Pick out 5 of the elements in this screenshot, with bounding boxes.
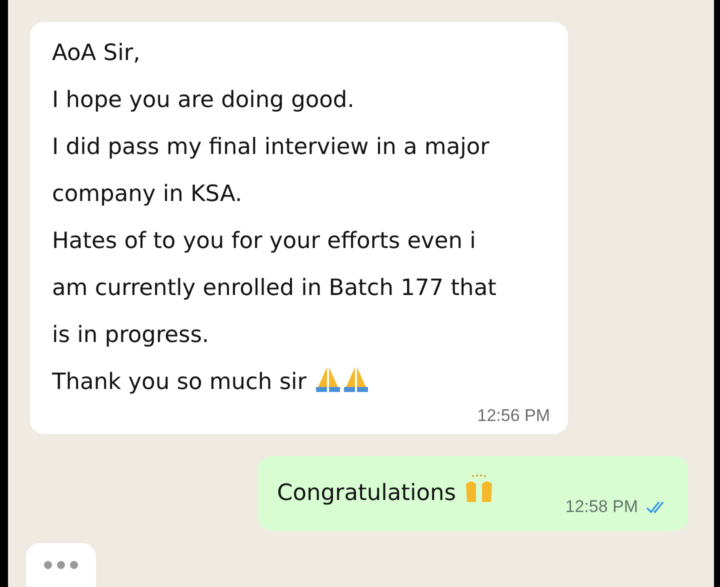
message-time: 12:58 PM — [565, 497, 638, 517]
raised-hands-icon — [464, 474, 494, 504]
message-text: AoA Sir, I hope you are doing good. I did pass my final interview in a major company in KSA. Hates of to you for your efforts even i am currently enrolled in Batch 177 that is in progress. Thank you so much sir — [52, 39, 498, 397]
message-time: 12:56 PM — [477, 406, 550, 426]
message-text: Congratulations — [277, 480, 494, 506]
